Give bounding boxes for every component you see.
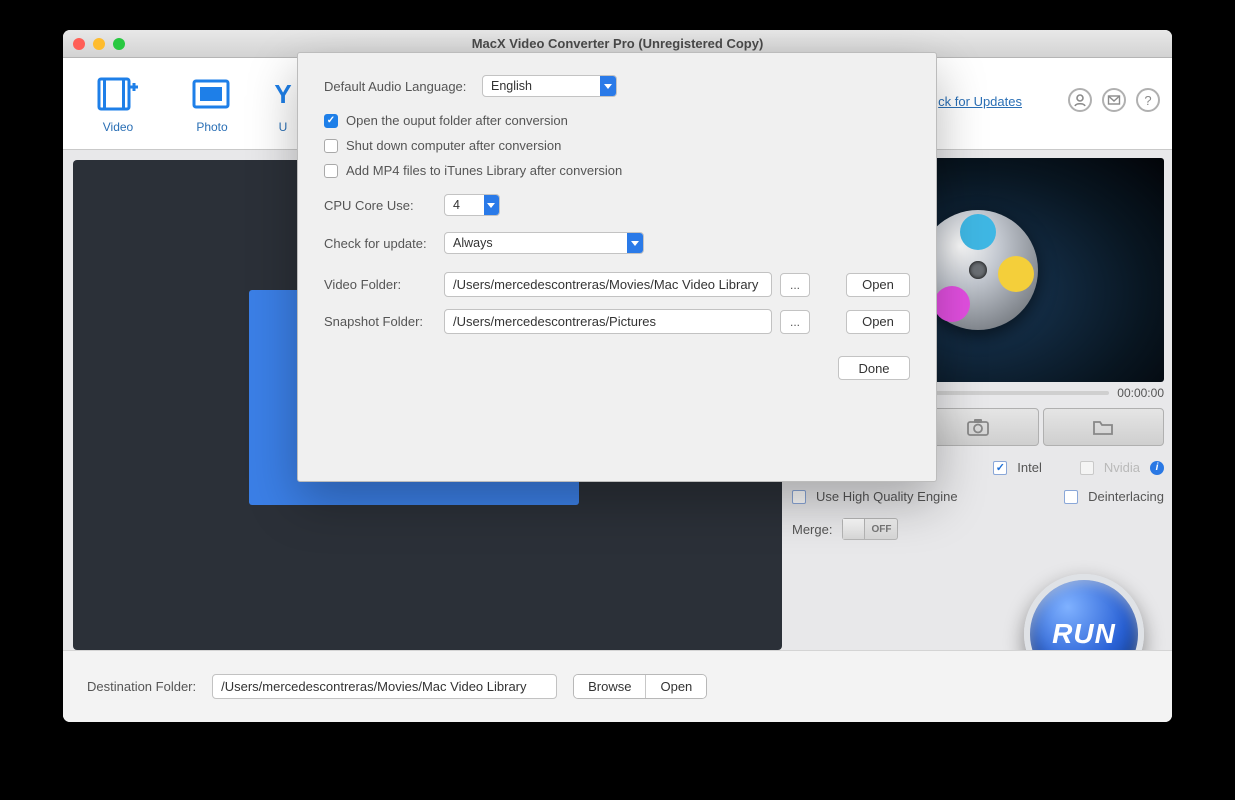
merge-toggle[interactable]: OFF [842,518,898,540]
info-icon[interactable]: i [1150,461,1164,475]
itunes-checkbox[interactable] [324,164,338,178]
hq-engine-label: Use High Quality Engine [816,489,958,504]
toolbar-label: Photo [196,120,227,134]
deinterlacing-checkbox[interactable] [1064,490,1078,504]
window-title: MacX Video Converter Pro (Unregistered C… [63,36,1172,51]
open-output-label: Open the ouput folder after conversion [346,113,568,128]
time-readout: 00:00:00 [1117,386,1164,400]
snapshot-folder-browse[interactable]: ... [780,310,810,334]
chevron-down-icon [484,195,499,215]
destination-input[interactable] [212,674,557,699]
chevron-down-icon [627,233,643,253]
photo-icon [190,72,234,116]
nvidia-label: Nvidia [1104,460,1140,475]
check-updates-link[interactable]: ck for Updates [938,94,1022,109]
account-icon[interactable] [1068,88,1092,112]
app-window: MacX Video Converter Pro (Unregistered C… [63,30,1172,722]
video-folder-open[interactable]: Open [846,273,910,297]
shutdown-checkbox[interactable] [324,139,338,153]
settings-sheet: Default Audio Language: English Open the… [297,52,937,482]
video-plus-icon [96,72,140,116]
mail-icon[interactable] [1102,88,1126,112]
toolbar-item-photo[interactable]: Photo [165,66,259,149]
itunes-label: Add MP4 files to iTunes Library after co… [346,163,622,178]
cpu-core-select[interactable]: 4 [444,194,500,216]
video-folder-browse[interactable]: ... [780,273,810,297]
help-icon[interactable]: ? [1136,88,1160,112]
toolbar-item-video[interactable]: Video [71,66,165,149]
destination-label: Destination Folder: [87,679,196,694]
merge-label: Merge: [792,522,832,537]
cpu-core-label: CPU Core Use: [324,198,436,213]
chevron-down-icon [600,76,616,96]
video-folder-input[interactable] [444,272,772,297]
open-dest-button[interactable]: Open [645,675,706,698]
update-check-select[interactable]: Always [444,232,644,254]
shutdown-label: Shut down computer after conversion [346,138,561,153]
audio-lang-select[interactable]: English [482,75,617,97]
deinterlacing-label: Deinterlacing [1088,489,1164,504]
folder-button[interactable] [1043,408,1164,446]
zoom-icon[interactable] [113,38,125,50]
audio-lang-label: Default Audio Language: [324,79,474,94]
browse-button[interactable]: Browse [574,675,645,698]
snapshot-folder-input[interactable] [444,309,772,334]
close-icon[interactable] [73,38,85,50]
open-output-checkbox[interactable] [324,114,338,128]
snapshot-folder-open[interactable]: Open [846,310,910,334]
update-check-label: Check for update: [324,236,436,251]
toolbar-label: U [279,120,288,134]
bottom-bar: Destination Folder: Browse Open [63,650,1172,722]
toolbar-label: Video [103,120,133,134]
snapshot-folder-label: Snapshot Folder: [324,314,436,329]
intel-checkbox[interactable] [993,461,1007,475]
intel-label: Intel [1017,460,1042,475]
done-button[interactable]: Done [838,356,910,380]
minimize-icon[interactable] [93,38,105,50]
hq-engine-checkbox[interactable] [792,490,806,504]
video-folder-label: Video Folder: [324,277,436,292]
nvidia-checkbox [1080,461,1094,475]
